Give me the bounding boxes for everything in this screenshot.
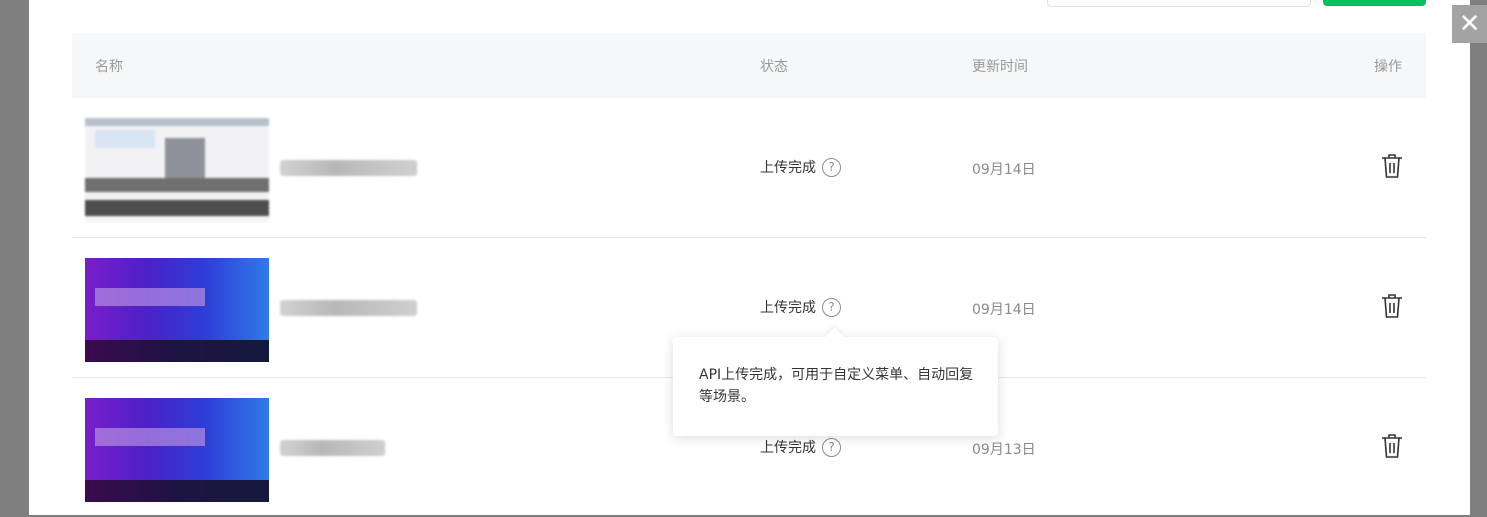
date-cell: 09月13日 — [972, 442, 1036, 458]
status-cell: 上传完成 ? — [760, 157, 841, 177]
media-thumbnail[interactable] — [85, 258, 269, 362]
search-input[interactable] — [1047, 0, 1311, 7]
table-header: 名称 状态 更新时间 操作 — [72, 33, 1426, 98]
close-icon[interactable]: ✕ — [1452, 5, 1487, 43]
media-table: 名称 状态 更新时间 操作 上传完成 ? 09月14日 上传完成 ? 09月14… — [72, 33, 1426, 517]
media-thumbnail[interactable] — [85, 118, 269, 222]
status-tooltip: API上传完成，可用于自定义菜单、自动回复等场景。 — [673, 337, 998, 436]
help-icon[interactable]: ? — [822, 297, 841, 317]
table-row: 上传完成 ? 09月14日 — [72, 98, 1426, 238]
status-text: 上传完成 — [760, 440, 816, 456]
media-dialog: 名称 状态 更新时间 操作 上传完成 ? 09月14日 上传完成 ? 09月14… — [29, 0, 1470, 515]
header-updated: 更新时间 — [972, 59, 1028, 75]
header-name: 名称 — [95, 59, 123, 75]
media-name-redacted — [280, 300, 417, 316]
date-cell: 09月14日 — [972, 302, 1036, 318]
upload-button[interactable] — [1323, 0, 1426, 6]
help-icon[interactable]: ? — [822, 437, 841, 457]
trash-icon[interactable] — [1380, 153, 1404, 179]
header-status: 状态 — [760, 59, 788, 75]
header-actions: 操作 — [1374, 59, 1402, 75]
trash-icon[interactable] — [1380, 433, 1404, 459]
status-cell: 上传完成 ? — [760, 297, 841, 317]
date-cell: 09月14日 — [972, 162, 1036, 178]
media-name-redacted — [280, 160, 417, 176]
status-text: 上传完成 — [760, 300, 816, 316]
media-thumbnail[interactable] — [85, 398, 269, 502]
help-icon[interactable]: ? — [822, 157, 841, 177]
status-text: 上传完成 — [760, 160, 816, 176]
trash-icon[interactable] — [1380, 293, 1404, 319]
media-name-redacted — [280, 440, 385, 456]
status-cell: 上传完成 ? — [760, 437, 841, 457]
